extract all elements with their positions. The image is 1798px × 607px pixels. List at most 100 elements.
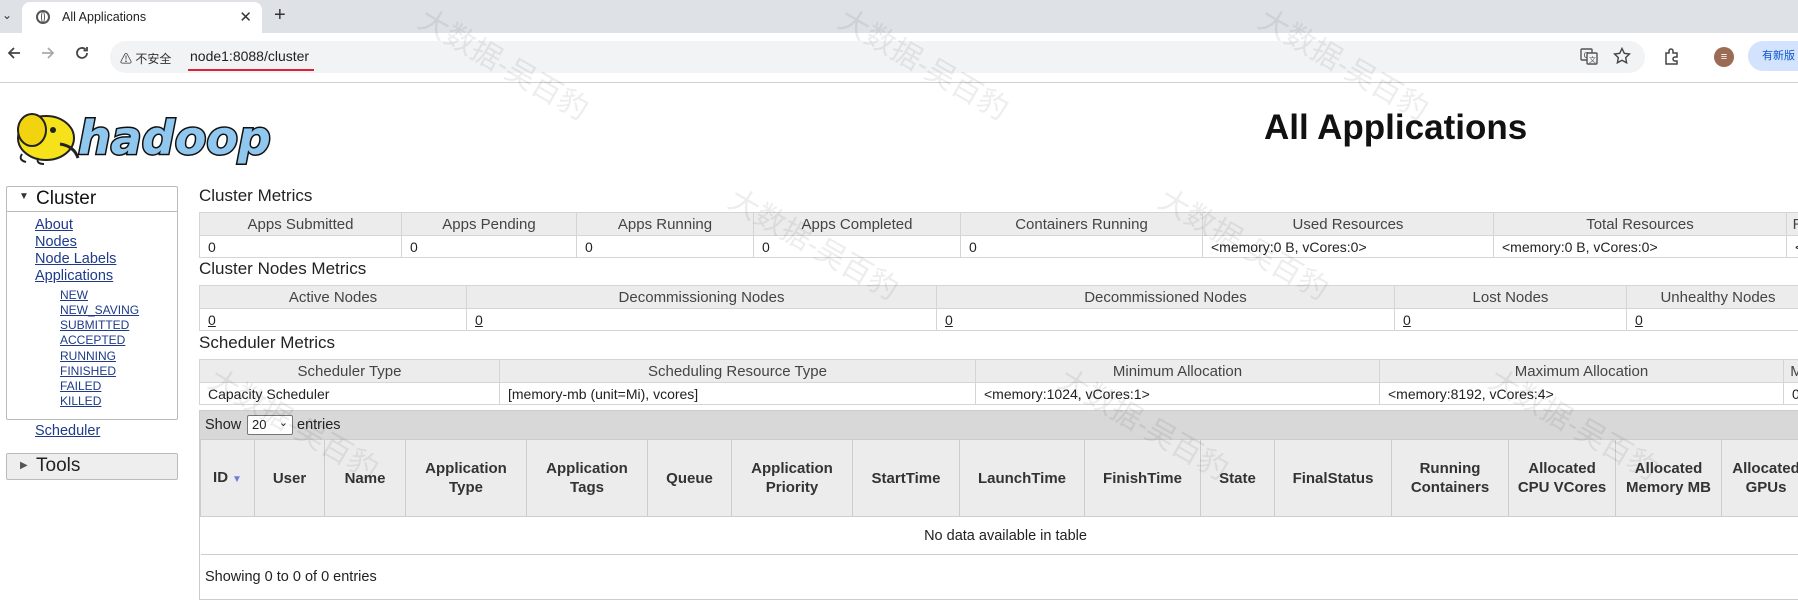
forward-icon[interactable]	[40, 45, 56, 66]
chevron-down-icon: ⌄	[278, 417, 288, 429]
scheduler-metrics-table: Scheduler Type Scheduling Resource Type …	[199, 359, 1798, 405]
col-allocated-cpu-vcores[interactable]: Allocated CPU VCores	[1508, 439, 1616, 517]
back-icon[interactable]	[6, 45, 22, 66]
col-launch-time[interactable]: LaunchTime	[959, 439, 1085, 517]
value-apps-running: 0	[576, 235, 754, 258]
svg-text:文: 文	[1589, 55, 1596, 64]
sidebar-state-accepted[interactable]: ACCEPTED	[60, 333, 125, 347]
page-length-bar: Show 20 ⌄ entries	[200, 411, 1798, 439]
sidebar-link-node-labels[interactable]: Node Labels	[35, 251, 116, 267]
empty-table-message: No data available in table	[200, 516, 1798, 555]
value-maximum-allocation: <memory:8192, vCores:4>	[1379, 382, 1784, 405]
col-running-containers[interactable]: Running Containers	[1391, 439, 1509, 517]
not-secure-indicator[interactable]: ⚠ 不安全	[120, 50, 171, 67]
sort-desc-icon: ▼	[232, 473, 242, 485]
url-underline	[188, 69, 314, 71]
triangle-down-icon: ▼	[19, 191, 29, 202]
sidebar-link-nodes[interactable]: Nodes	[35, 234, 77, 250]
applications-panel: Show 20 ⌄ entries ID ▼ User Name Applicat…	[199, 410, 1798, 600]
sidebar-cluster-label: Cluster	[36, 188, 97, 209]
link-unhealthy-nodes[interactable]: 0	[1635, 312, 1643, 328]
col-user[interactable]: User	[254, 439, 325, 517]
sidebar-state-new-saving[interactable]: NEW_SAVING	[60, 303, 139, 317]
col-id[interactable]: ID ▼	[200, 439, 255, 517]
update-button[interactable]: 有新版	[1748, 41, 1798, 71]
sidebar-link-applications[interactable]: Applications	[35, 268, 113, 284]
cluster-metrics-table: Apps Submitted Apps Pending Apps Running…	[199, 212, 1798, 258]
triangle-right-icon: ▶	[20, 460, 28, 471]
value-apps-pending: 0	[401, 235, 577, 258]
page-size-select[interactable]: 20 ⌄	[247, 415, 293, 435]
col-reserved-resources: R	[1786, 212, 1798, 236]
col-decommissioning-nodes: Decommissioning Nodes	[466, 285, 937, 309]
translate-icon[interactable]: G文	[1580, 47, 1598, 70]
scheduler-metrics-title: Scheduler Metrics	[199, 333, 336, 352]
col-scheduler-type: Scheduler Type	[199, 359, 500, 383]
sidebar-link-scheduler[interactable]: Scheduler	[35, 423, 100, 439]
address-bar[interactable]: ⚠ 不安全 node1:8088/cluster G文	[110, 41, 1645, 73]
table-info: Showing 0 to 0 of 0 entries	[205, 569, 377, 585]
col-application-tags[interactable]: Application Tags	[526, 439, 648, 517]
link-lost-nodes[interactable]: 0	[1403, 312, 1411, 328]
globe-icon	[36, 10, 50, 24]
value-containers-running: 0	[960, 235, 1203, 258]
col-total-resources: Total Resources	[1493, 212, 1787, 236]
sidebar-link-about[interactable]: About	[35, 217, 73, 233]
col-lost-nodes: Lost Nodes	[1394, 285, 1627, 309]
sidebar-state-failed[interactable]: FAILED	[60, 379, 101, 393]
cluster-metrics-title: Cluster Metrics	[199, 186, 313, 205]
sidebar-state-finished[interactable]: FINISHED	[60, 364, 116, 378]
col-apps-completed: Apps Completed	[753, 212, 961, 236]
tab-search-icon[interactable]: ⌄	[2, 8, 18, 24]
sidebar-state-killed[interactable]: KILLED	[60, 394, 101, 408]
sidebar-tools-label: Tools	[36, 455, 81, 476]
sidebar-state-running[interactable]: RUNNING	[60, 349, 116, 363]
reload-icon[interactable]	[74, 45, 90, 66]
sidebar-cluster-header[interactable]: ▼ Cluster	[7, 187, 177, 212]
avatar[interactable]: ≡	[1714, 47, 1734, 67]
col-containers-running: Containers Running	[960, 212, 1203, 236]
col-queue[interactable]: Queue	[647, 439, 732, 517]
col-allocated-memory-mb[interactable]: Allocated Memory MB	[1615, 439, 1722, 517]
col-apps-submitted: Apps Submitted	[199, 212, 402, 236]
nodes-metrics-table: Active Nodes Decommissioning Nodes Decom…	[199, 285, 1798, 331]
col-name[interactable]: Name	[324, 439, 406, 517]
hadoop-logo[interactable]: hadoop hadoop	[8, 92, 308, 168]
tab-strip: ⌄ All Applications ✕ +	[0, 0, 1798, 33]
col-finish-time[interactable]: FinishTime	[1084, 439, 1201, 517]
link-active-nodes[interactable]: 0	[208, 312, 216, 328]
col-scheduling-resource-type: Scheduling Resource Type	[499, 359, 976, 383]
plus-icon[interactable]: +	[274, 4, 286, 27]
col-final-status[interactable]: FinalStatus	[1274, 439, 1392, 517]
active-tab[interactable]: All Applications ✕	[22, 2, 262, 33]
col-application-priority[interactable]: Application Priority	[731, 439, 853, 517]
close-icon[interactable]: ✕	[239, 8, 252, 26]
logo-text-fill: hadoop	[78, 111, 271, 165]
col-allocated-gpus[interactable]: Allocated GPUs	[1721, 439, 1798, 517]
link-decommissioned-nodes[interactable]: 0	[945, 312, 953, 328]
sidebar-state-submitted[interactable]: SUBMITTED	[60, 318, 129, 332]
col-start-time[interactable]: StartTime	[852, 439, 960, 517]
col-minimum-allocation: Minimum Allocation	[975, 359, 1380, 383]
extensions-icon[interactable]	[1663, 47, 1681, 70]
url-text[interactable]: node1:8088/cluster	[190, 48, 309, 64]
value-used-resources: <memory:0 B, vCores:0>	[1202, 235, 1494, 258]
col-unhealthy-nodes: Unhealthy Nodes	[1626, 285, 1798, 309]
col-state[interactable]: State	[1200, 439, 1275, 517]
value-max-cluster-priority: 0	[1783, 382, 1798, 405]
show-label: Show	[205, 417, 242, 433]
sidebar-state-new[interactable]: NEW	[60, 288, 88, 302]
value-reserved-resources: <	[1786, 235, 1798, 258]
col-max-cluster-priority: M	[1783, 359, 1798, 383]
col-id-label: ID	[213, 468, 229, 486]
sidebar-cluster-panel: ▼ Cluster About Nodes Node Labels Applic…	[6, 186, 178, 420]
sidebar-tools-header[interactable]: ▶ Tools	[6, 453, 178, 480]
link-decommissioning-nodes[interactable]: 0	[475, 312, 483, 328]
col-decommissioned-nodes: Decommissioned Nodes	[936, 285, 1395, 309]
col-maximum-allocation: Maximum Allocation	[1379, 359, 1784, 383]
star-icon[interactable]	[1612, 46, 1632, 70]
col-application-type[interactable]: Application Type	[405, 439, 527, 517]
col-used-resources: Used Resources	[1202, 212, 1494, 236]
tab-title: All Applications	[62, 10, 147, 24]
value-scheduling-resource-type: [memory-mb (unit=Mi), vcores]	[499, 382, 976, 405]
